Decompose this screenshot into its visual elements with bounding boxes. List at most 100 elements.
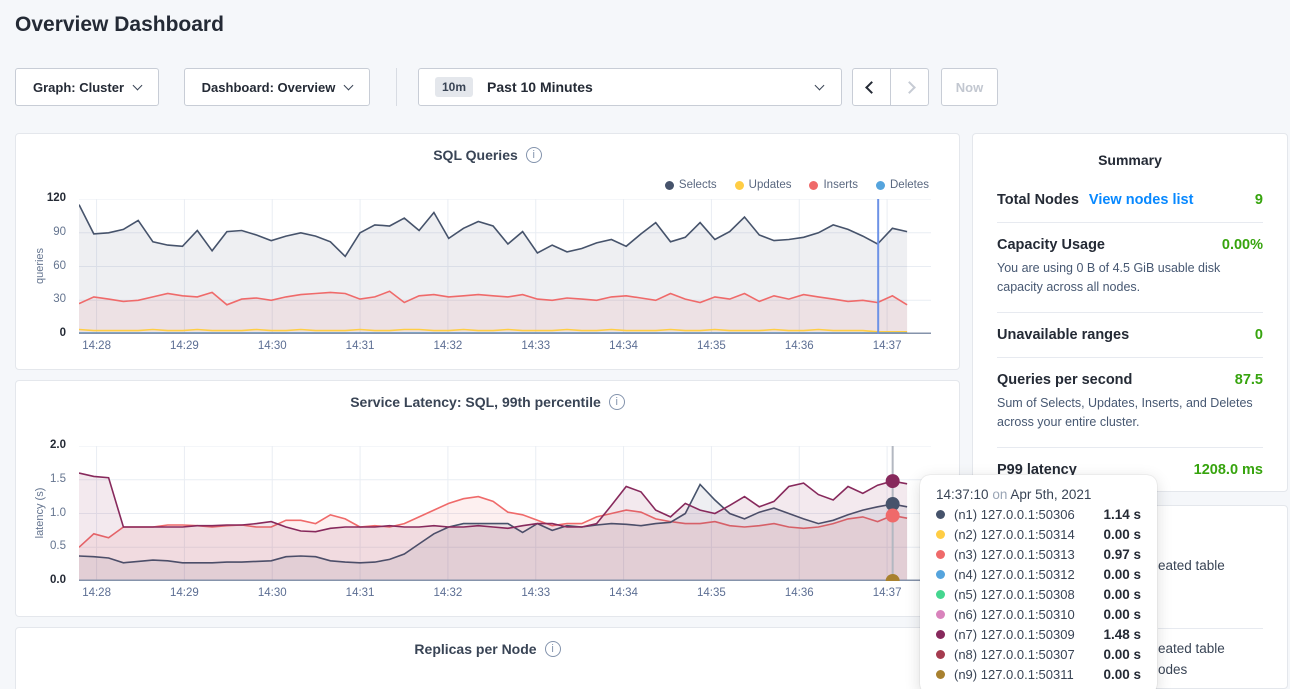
tooltip-node-value: 0.00 s <box>1103 607 1141 622</box>
x-tick-label: 14:37 <box>857 587 917 599</box>
tooltip-node-row: (n6) 127.0.0.1:50310 0.00 s <box>936 607 1141 622</box>
y-tick-label: 30 <box>53 293 66 305</box>
now-button[interactable]: Now <box>941 68 998 106</box>
capacity-usage-value: 0.00% <box>1222 237 1263 253</box>
event-text-fragment[interactable]: odes <box>1158 662 1187 677</box>
x-axis: 14:2814:2914:3014:3114:3214:3314:3414:35… <box>79 587 931 603</box>
legend-item-selects[interactable]: Selects <box>665 179 717 191</box>
replicas-title: Replicas per Node <box>414 641 536 657</box>
node-color-dot-icon <box>936 670 945 679</box>
tooltip-node-label: (n5) 127.0.0.1:50308 <box>954 587 1103 602</box>
sql-queries-plot[interactable] <box>79 199 931 334</box>
legend-item-inserts[interactable]: Inserts <box>809 179 858 191</box>
service-latency-card: Service Latency: SQL, 99th percentile la… <box>15 380 960 617</box>
summary-row-unavailable-ranges: Unavailable ranges 0 <box>997 313 1263 358</box>
graph-dropdown[interactable]: Graph: Cluster <box>15 68 159 106</box>
time-next-button[interactable] <box>890 68 929 106</box>
tooltip-date: Apr 5th, 2021 <box>1010 487 1091 502</box>
tooltip-node-value: 0.00 s <box>1103 667 1141 682</box>
x-tick-label: 14:33 <box>506 587 566 599</box>
time-range-label: Past 10 Minutes <box>487 79 593 95</box>
chevron-down-icon <box>344 80 354 90</box>
tooltip-node-label: (n7) 127.0.0.1:50309 <box>954 627 1103 642</box>
chart-tooltip: 14:37:10 on Apr 5th, 2021 (n1) 127.0.0.1… <box>920 475 1157 689</box>
dashboard-dropdown[interactable]: Dashboard: Overview <box>184 68 370 106</box>
x-tick-label: 14:30 <box>242 587 302 599</box>
event-text-fragment[interactable]: eated table <box>1158 641 1225 656</box>
tooltip-node-row: (n1) 127.0.0.1:50306 1.14 s <box>936 507 1141 522</box>
y-axis: 0.00.51.01.52.0 <box>16 446 72 581</box>
capacity-usage-description: You are using 0 B of 4.5 GiB usable disk… <box>997 259 1263 298</box>
node-color-dot-icon <box>936 550 945 559</box>
sql-queries-title: SQL Queries <box>433 147 518 163</box>
view-nodes-list-link[interactable]: View nodes list <box>1089 192 1194 208</box>
p99-latency-value: 1208.0 ms <box>1194 462 1263 478</box>
chart-title-row: SQL Queries <box>16 147 959 163</box>
event-text-fragment[interactable]: eated table <box>1158 558 1225 573</box>
summary-title: Summary <box>973 134 1287 178</box>
tooltip-on-word: on <box>992 487 1007 502</box>
y-tick-label: 1.5 <box>50 473 66 485</box>
chevron-down-icon <box>133 80 143 90</box>
tooltip-time: 14:37:10 <box>936 487 989 502</box>
tooltip-node-row: (n7) 127.0.0.1:50309 1.48 s <box>936 627 1141 642</box>
x-tick-label: 14:31 <box>330 340 390 352</box>
legend-item-deletes[interactable]: Deletes <box>876 179 929 191</box>
node-color-dot-icon <box>936 650 945 659</box>
qps-description: Sum of Selects, Updates, Inserts, and De… <box>997 394 1263 433</box>
legend-label: Inserts <box>823 179 858 191</box>
node-color-dot-icon <box>936 630 945 639</box>
summary-row-total-nodes: Total Nodes View nodes list 9 <box>997 178 1263 223</box>
sql-queries-legend: Selects Updates Inserts Deletes <box>665 179 929 191</box>
tooltip-node-value: 0.00 s <box>1103 587 1141 602</box>
qps-value: 87.5 <box>1235 372 1263 388</box>
legend-item-updates[interactable]: Updates <box>735 179 792 191</box>
info-icon[interactable] <box>526 147 542 163</box>
toolbar-divider <box>396 68 397 106</box>
chart-title-row: Service Latency: SQL, 99th percentile <box>16 394 959 410</box>
node-color-dot-icon <box>936 570 945 579</box>
arrow-right-icon <box>903 81 916 94</box>
time-prev-button[interactable] <box>852 68 891 106</box>
info-icon[interactable] <box>545 641 561 657</box>
tooltip-node-row: (n2) 127.0.0.1:50314 0.00 s <box>936 527 1141 542</box>
x-tick-label: 14:36 <box>769 340 829 352</box>
tooltip-timestamp: 14:37:10 on Apr 5th, 2021 <box>936 487 1141 502</box>
y-tick-label: 90 <box>53 226 66 238</box>
qps-label: Queries per second <box>997 372 1132 388</box>
total-nodes-value: 9 <box>1255 192 1263 208</box>
unavailable-ranges-value: 0 <box>1255 327 1263 343</box>
legend-dot-icon <box>735 181 744 190</box>
total-nodes-label: Total Nodes <box>997 192 1079 208</box>
events-divider <box>1158 628 1263 629</box>
x-tick-label: 14:34 <box>594 587 654 599</box>
chart-title-row: Replicas per Node <box>16 641 959 657</box>
y-tick-label: 120 <box>47 192 66 204</box>
summary-row-capacity: Capacity Usage 0.00% You are using 0 B o… <box>997 223 1263 313</box>
y-tick-label: 0 <box>60 327 66 339</box>
legend-label: Deletes <box>890 179 929 191</box>
sql-queries-card: SQL Queries Selects Updates Inserts Deletes… <box>15 133 960 370</box>
page-title: Overview Dashboard <box>15 13 224 37</box>
legend-label: Selects <box>679 179 717 191</box>
chevron-down-icon <box>815 81 825 91</box>
x-axis: 14:2814:2914:3014:3114:3214:3314:3414:35… <box>79 340 931 356</box>
summary-row-qps: Queries per second 87.5 Sum of Selects, … <box>997 358 1263 448</box>
service-latency-plot[interactable] <box>79 446 931 581</box>
tooltip-node-row: (n5) 127.0.0.1:50308 0.00 s <box>936 587 1141 602</box>
info-icon[interactable] <box>609 394 625 410</box>
x-tick-label: 14:37 <box>857 340 917 352</box>
node-color-dot-icon <box>936 610 945 619</box>
tooltip-node-label: (n1) 127.0.0.1:50306 <box>954 507 1103 522</box>
tooltip-node-label: (n2) 127.0.0.1:50314 <box>954 527 1103 542</box>
tooltip-node-row: (n4) 127.0.0.1:50312 0.00 s <box>936 567 1141 582</box>
capacity-usage-label: Capacity Usage <box>997 237 1105 253</box>
tooltip-node-label: (n6) 127.0.0.1:50310 <box>954 607 1103 622</box>
tooltip-node-value: 0.00 s <box>1103 647 1141 662</box>
x-tick-label: 14:29 <box>154 587 214 599</box>
y-tick-label: 0.5 <box>50 540 66 552</box>
time-range-dropdown[interactable]: 10m Past 10 Minutes <box>418 68 842 106</box>
unavailable-ranges-label: Unavailable ranges <box>997 327 1129 343</box>
service-latency-title: Service Latency: SQL, 99th percentile <box>350 394 601 410</box>
tooltip-node-value: 0.00 s <box>1103 527 1141 542</box>
